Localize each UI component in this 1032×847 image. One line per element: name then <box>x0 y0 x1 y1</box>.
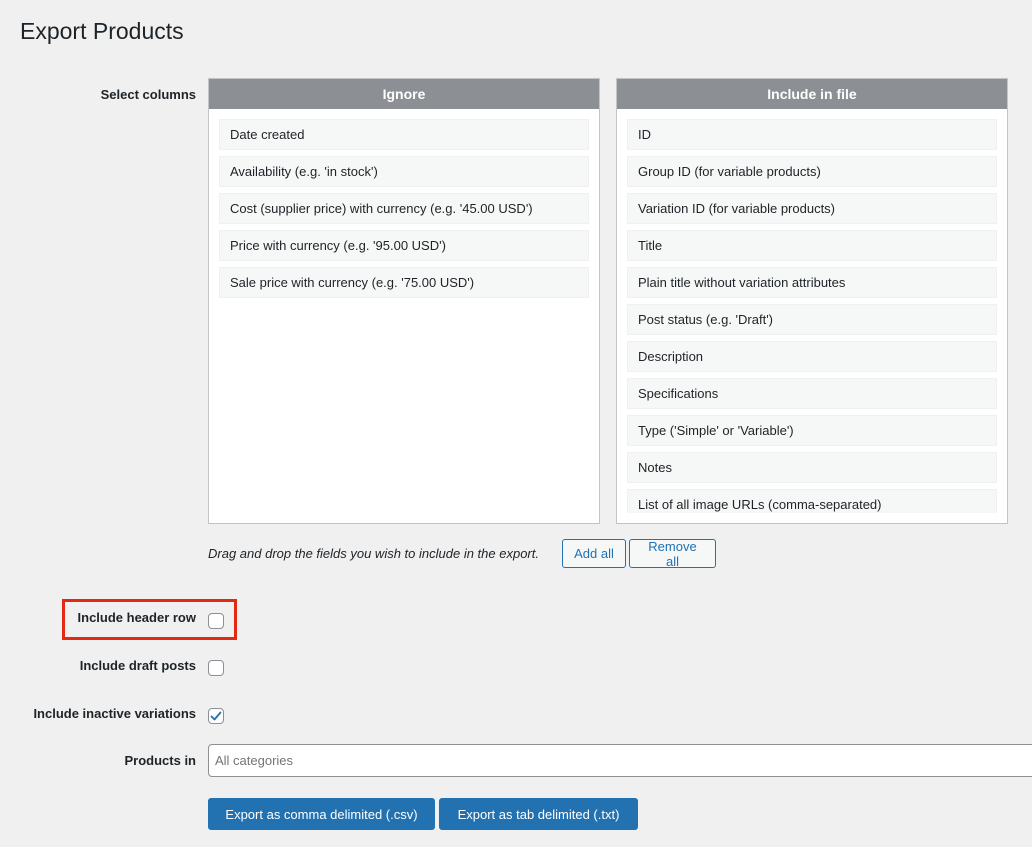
page-title: Export Products <box>20 18 184 44</box>
column-item[interactable]: Availability (e.g. 'in stock') <box>219 156 589 187</box>
column-item[interactable]: Description <box>627 341 997 372</box>
column-item[interactable]: Date created <box>219 119 589 150</box>
column-item[interactable]: Price with currency (e.g. '95.00 USD') <box>219 230 589 261</box>
products-in-select[interactable]: All categories <box>208 744 1032 777</box>
column-item[interactable]: Plain title without variation attributes <box>627 267 997 298</box>
column-item[interactable]: Sale price with currency (e.g. '75.00 US… <box>219 267 589 298</box>
include-list[interactable]: ID Group ID (for variable products) Variat… <box>617 109 1007 513</box>
column-item[interactable]: Notes <box>627 452 997 483</box>
include-column-box[interactable]: Include in file ID Group ID (for variable… <box>616 78 1008 524</box>
column-item[interactable]: Variation ID (for variable products) <box>627 193 997 224</box>
select-columns-label: Select columns <box>100 87 196 102</box>
products-in-placeholder: All categories <box>215 753 294 768</box>
ignore-header: Ignore <box>209 79 599 109</box>
ignore-column-box[interactable]: Ignore Date created Availability (e.g. 'i… <box>208 78 600 524</box>
include-draft-posts-label: Include draft posts <box>79 658 196 673</box>
column-item[interactable]: Specifications <box>627 378 997 409</box>
products-in-label: Products in <box>124 753 196 768</box>
drag-drop-hint: Drag and drop the fields you wish to inc… <box>208 546 539 561</box>
column-item[interactable]: List of all image URLs (comma-separated) <box>627 489 997 513</box>
export-csv-button[interactable]: Export as comma delimited (.csv) <box>208 798 435 830</box>
include-draft-posts-checkbox[interactable] <box>208 660 224 676</box>
include-inactive-variations-checkbox[interactable] <box>208 708 224 724</box>
include-header-row-label: Include header row <box>77 610 196 625</box>
column-item[interactable]: Cost (supplier price) with currency (e.g… <box>219 193 589 224</box>
ignore-list[interactable]: Date created Availability (e.g. 'in stock… <box>209 109 599 513</box>
checkmark-icon <box>210 711 222 721</box>
column-item[interactable]: Post status (e.g. 'Draft') <box>627 304 997 335</box>
include-header: Include in file <box>617 79 1007 109</box>
column-item[interactable]: ID <box>627 119 997 150</box>
export-tab-button[interactable]: Export as tab delimited (.txt) <box>439 798 638 830</box>
include-inactive-variations-label: Include inactive variations <box>33 706 196 721</box>
add-all-button[interactable]: Add all <box>562 539 626 568</box>
include-header-row-checkbox[interactable] <box>208 613 224 629</box>
column-item[interactable]: Group ID (for variable products) <box>627 156 997 187</box>
column-item[interactable]: Type ('Simple' or 'Variable') <box>627 415 997 446</box>
column-item[interactable]: Title <box>627 230 997 261</box>
remove-all-button[interactable]: Remove all <box>629 539 716 569</box>
